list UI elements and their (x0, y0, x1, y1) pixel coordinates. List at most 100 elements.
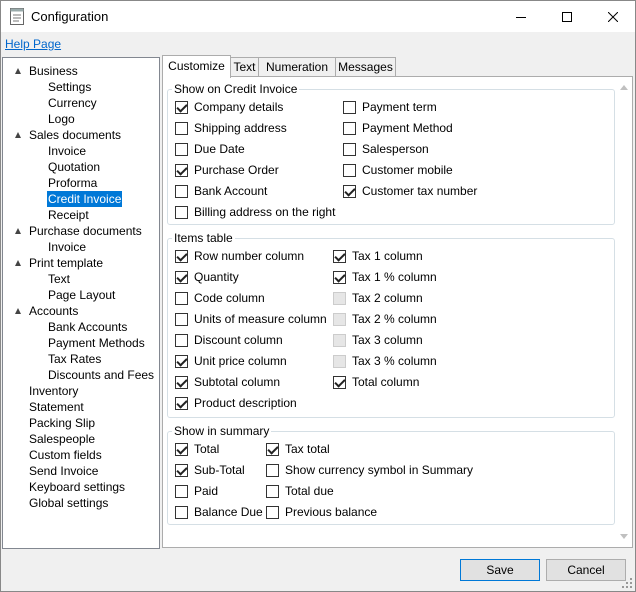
checkmark-icon[interactable] (175, 100, 188, 114)
tree-item-settings[interactable]: Settings (3, 79, 159, 95)
tree-item-text[interactable]: Text (3, 271, 159, 287)
checkmark-icon[interactable] (266, 442, 279, 456)
checkbox-box[interactable] (343, 121, 356, 135)
checkbox-previous-balance[interactable]: Previous balance (266, 504, 377, 520)
checkbox-payment-method[interactable]: Payment Method (343, 120, 453, 136)
expand-triangle-icon[interactable] (15, 228, 21, 234)
tree-item-page-layout[interactable]: Page Layout (3, 287, 159, 303)
tab-numeration[interactable]: Numeration (258, 57, 336, 77)
cancel-button[interactable]: Cancel (546, 559, 626, 581)
checkbox-paid[interactable]: Paid (175, 483, 218, 499)
scroll-down-icon[interactable] (620, 534, 628, 539)
tree-item-purchase-documents[interactable]: Purchase documents (3, 223, 159, 239)
checkmark-icon[interactable] (175, 463, 188, 477)
checkbox-box[interactable] (266, 484, 279, 498)
tree-item-print-template[interactable]: Print template (3, 255, 159, 271)
checkbox-salesperson[interactable]: Salesperson (343, 141, 429, 157)
checkbox-tax-1-column[interactable]: Tax 1 % column (333, 269, 437, 285)
checkbox-due-date[interactable]: Due Date (175, 141, 245, 157)
tree-item-discounts-and-fees[interactable]: Discounts and Fees (3, 367, 159, 383)
tree-item-accounts[interactable]: Accounts (3, 303, 159, 319)
checkbox-bank-account[interactable]: Bank Account (175, 183, 267, 199)
tree-item-receipt[interactable]: Receipt (3, 207, 159, 223)
tree-item-invoice[interactable]: Invoice (3, 143, 159, 159)
tree-item-proforma[interactable]: Proforma (3, 175, 159, 191)
help-page-link[interactable]: Help Page (5, 37, 61, 51)
checkbox-box[interactable] (175, 184, 188, 198)
checkmark-icon[interactable] (175, 442, 188, 456)
checkbox-box[interactable] (343, 100, 356, 114)
checkbox-customer-mobile[interactable]: Customer mobile (343, 162, 453, 178)
checkbox-box[interactable] (266, 463, 279, 477)
expand-triangle-icon[interactable] (15, 308, 21, 314)
checkbox-box[interactable] (343, 142, 356, 156)
checkbox-purchase-order[interactable]: Purchase Order (175, 162, 279, 178)
checkbox-box[interactable] (343, 163, 356, 177)
expand-triangle-icon[interactable] (15, 132, 21, 138)
tree-item-custom-fields[interactable]: Custom fields (3, 447, 159, 463)
tree-item-statement[interactable]: Statement (3, 399, 159, 415)
tree-item-sales-documents[interactable]: Sales documents (3, 127, 159, 143)
checkbox-customer-tax-number[interactable]: Customer tax number (343, 183, 477, 199)
checkbox-product-description[interactable]: Product description (175, 395, 297, 411)
tree-item-tax-rates[interactable]: Tax Rates (3, 351, 159, 367)
settings-tree[interactable]: Business Settings Currency Logo Sales docume… (2, 57, 160, 549)
tree-item-payment-methods[interactable]: Payment Methods (3, 335, 159, 351)
checkmark-icon[interactable] (175, 249, 188, 263)
checkmark-icon[interactable] (343, 184, 356, 198)
tree-item-credit-invoice[interactable]: Credit Invoice (3, 191, 159, 207)
checkbox-total[interactable]: Total (175, 441, 219, 457)
checkbox-total-column[interactable]: Total column (333, 374, 419, 390)
tab-customize[interactable]: Customize (162, 55, 231, 78)
maximize-button[interactable] (544, 1, 590, 32)
checkbox-company-details[interactable]: Company details (175, 99, 283, 115)
checkbox-box[interactable] (266, 505, 279, 519)
checkmark-icon[interactable] (333, 249, 346, 263)
checkmark-icon[interactable] (175, 375, 188, 389)
tree-item-invoice[interactable]: Invoice (3, 239, 159, 255)
tab-text[interactable]: Text (230, 57, 259, 77)
checkbox-balance-due[interactable]: Balance Due (175, 504, 263, 520)
tree-item-packing-slip[interactable]: Packing Slip (3, 415, 159, 431)
checkbox-box[interactable] (175, 505, 188, 519)
tab-messages[interactable]: Messages (335, 57, 396, 77)
checkmark-icon[interactable] (333, 375, 346, 389)
tree-item-inventory[interactable]: Inventory (3, 383, 159, 399)
vertical-scrollbar[interactable] (616, 78, 631, 546)
checkbox-box[interactable] (175, 205, 188, 219)
checkmark-icon[interactable] (175, 396, 188, 410)
tree-item-quotation[interactable]: Quotation (3, 159, 159, 175)
checkmark-icon[interactable] (175, 354, 188, 368)
checkbox-units-of-measure-column[interactable]: Units of measure column (175, 311, 327, 327)
expand-triangle-icon[interactable] (15, 260, 21, 266)
tree-item-global-settings[interactable]: Global settings (3, 495, 159, 511)
checkmark-icon[interactable] (333, 270, 346, 284)
checkbox-unit-price-column[interactable]: Unit price column (175, 353, 287, 369)
checkbox-row-number-column[interactable]: Row number column (175, 248, 304, 264)
checkbox-discount-column[interactable]: Discount column (175, 332, 283, 348)
checkbox-billing-address-on-the-right[interactable]: Billing address on the right (175, 204, 335, 220)
checkbox-box[interactable] (175, 312, 188, 326)
checkmark-icon[interactable] (175, 270, 188, 284)
checkmark-icon[interactable] (175, 163, 188, 177)
checkbox-box[interactable] (175, 121, 188, 135)
resize-grip-icon[interactable] (622, 578, 632, 588)
checkbox-box[interactable] (175, 291, 188, 305)
checkbox-box[interactable] (175, 484, 188, 498)
checkbox-shipping-address[interactable]: Shipping address (175, 120, 287, 136)
checkbox-payment-term[interactable]: Payment term (343, 99, 437, 115)
save-button[interactable]: Save (460, 559, 540, 581)
checkbox-box[interactable] (175, 333, 188, 347)
tree-item-business[interactable]: Business (3, 63, 159, 79)
tree-item-keyboard-settings[interactable]: Keyboard settings (3, 479, 159, 495)
checkbox-code-column[interactable]: Code column (175, 290, 265, 306)
tree-item-currency[interactable]: Currency (3, 95, 159, 111)
checkbox-sub-total[interactable]: Sub-Total (175, 462, 245, 478)
minimize-button[interactable] (498, 1, 544, 32)
tree-item-logo[interactable]: Logo (3, 111, 159, 127)
checkbox-box[interactable] (175, 142, 188, 156)
checkbox-subtotal-column[interactable]: Subtotal column (175, 374, 280, 390)
checkbox-total-due[interactable]: Total due (266, 483, 334, 499)
tree-item-send-invoice[interactable]: Send Invoice (3, 463, 159, 479)
tree-item-salespeople[interactable]: Salespeople (3, 431, 159, 447)
